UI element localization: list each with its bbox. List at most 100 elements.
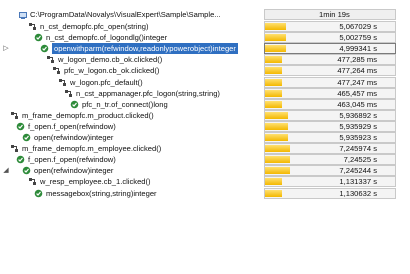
tree-row[interactable]: w_logon.pfc_default() 477,247 ms (0, 77, 410, 88)
function-icon (34, 189, 43, 198)
tree-row[interactable]: w_logon_demo.cb_ok.clicked() 477,285 ms (0, 54, 410, 65)
event-icon (52, 66, 61, 75)
tree-row[interactable]: pfc_w_logon.cb_ok.clicked() 477,264 ms (0, 65, 410, 76)
duration-cell: 4,999341 s (264, 43, 396, 54)
duration-cell: 1min 19s (264, 9, 396, 20)
function-icon (22, 166, 31, 175)
event-icon (46, 55, 55, 64)
duration-cell: 5,935923 s (264, 132, 396, 143)
duration-cell: 477,264 ms (264, 65, 396, 76)
tree-row[interactable]: pfc_n_tr.of_connect()long 463,045 ms (0, 99, 410, 110)
event-icon (28, 22, 37, 31)
tree-row[interactable]: f_open.f_open(refwindow) 5,935929 s (0, 121, 410, 132)
duration-value: 1,131337 s (339, 177, 377, 186)
duration-cell: 7,245244 s (264, 165, 396, 176)
tree-row-label: m_frame_demopfc.m_employee.clicked() (22, 144, 162, 153)
duration-cell: 5,936892 s (264, 110, 396, 121)
tree-row-label: pfc_n_tr.of_connect()long (82, 100, 168, 109)
duration-cell: 7,245974 s (264, 143, 396, 154)
duration-bar (265, 156, 290, 163)
duration-cell: 5,002759 s (264, 32, 396, 43)
duration-value: 5,935923 s (339, 133, 377, 142)
tree-row-label: w_logon_demo.cb_ok.clicked() (58, 55, 163, 64)
tree-row-label: n_cst_demopfc.pfc_open(string) (40, 22, 149, 31)
tree-row-label: m_frame_demopfc.m_product.clicked() (22, 111, 154, 120)
duration-value: 7,245244 s (339, 166, 377, 175)
duration-value: 4,999341 s (339, 44, 377, 53)
tree-row[interactable]: m_frame_demopfc.m_employee.clicked() 7,24… (0, 143, 410, 154)
function-icon (34, 33, 43, 42)
duration-cell: 5,935929 s (264, 121, 396, 132)
tree-row[interactable]: n_cst_demopfc.pfc_open(string) 5,067029 s (0, 21, 410, 32)
duration-bar (265, 167, 290, 174)
tree-row-label: n_cst_appmanager.pfc_logon(string,string… (76, 89, 220, 98)
duration-value: 465,457 ms (337, 89, 377, 98)
duration-value: 5,935929 s (339, 122, 377, 131)
tree-row-label: open(refwindow)integer (34, 133, 114, 142)
tree-row-label: n_cst_demopfc.of_logondlg()integer (46, 33, 168, 42)
function-icon (16, 122, 25, 131)
duration-value: 477,247 ms (337, 78, 377, 87)
tree-row[interactable]: n_cst_appmanager.pfc_logon(string,string… (0, 88, 410, 99)
duration-bar (265, 23, 286, 30)
duration-cell: 7,24525 s (264, 154, 396, 165)
tree-root-row[interactable]: C:\ProgramData\Novalys\VisualExpert\Samp… (0, 9, 410, 20)
duration-value: 7,24525 s (343, 155, 377, 164)
root-icon (18, 10, 27, 19)
duration-cell: 5,067029 s (264, 21, 396, 32)
duration-bar (265, 190, 282, 197)
duration-value: 7,245974 s (339, 144, 377, 153)
tree-row-label: w_resp_employee.cb_1.clicked() (40, 177, 151, 186)
duration-bar (265, 56, 282, 63)
duration-bar (265, 145, 290, 152)
tree-row-label: C:\ProgramData\Novalys\VisualExpert\Samp… (30, 10, 221, 19)
duration-bar (265, 134, 288, 141)
event-icon (64, 89, 73, 98)
function-icon (40, 44, 49, 53)
tree-row-label: f_open.f_open(refwindow) (28, 122, 116, 131)
event-icon (10, 111, 19, 120)
tree-row[interactable]: ◢ open(refwindow)integer 7,245244 s (0, 165, 410, 176)
function-icon (16, 155, 25, 164)
tree-row-label: f_open.f_open(refwindow) (28, 155, 116, 164)
tree-row[interactable]: m_frame_demopfc.m_product.clicked() 5,936… (0, 110, 410, 121)
event-icon (28, 177, 37, 186)
duration-value: 1min 19s (319, 10, 350, 19)
tree-row[interactable]: ▷ openwithparm(refwindow,readonlypowerobj… (0, 43, 410, 54)
duration-value: 5,936892 s (339, 111, 377, 120)
duration-bar (265, 101, 282, 108)
tree-row-label: pfc_w_logon.cb_ok.clicked() (64, 66, 160, 75)
duration-cell: 477,285 ms (264, 54, 396, 65)
tree-row[interactable]: open(refwindow)integer 5,935923 s (0, 132, 410, 143)
tree-row[interactable]: n_cst_demopfc.of_logondlg()integer 5,0027… (0, 32, 410, 43)
duration-cell: 1,130632 s (264, 188, 396, 199)
collapse-toggle-icon[interactable]: ◢ (2, 165, 10, 176)
duration-bar (265, 67, 282, 74)
duration-bar (265, 112, 288, 119)
tree-row[interactable]: w_resp_employee.cb_1.clicked() 1,131337 s (0, 176, 410, 187)
tree-row-label: openwithparm(refwindow,readonlypowerobje… (52, 43, 238, 54)
event-icon (10, 144, 19, 153)
duration-value: 477,264 ms (337, 66, 377, 75)
duration-cell: 465,457 ms (264, 88, 396, 99)
function-icon (70, 100, 79, 109)
duration-cell: 463,045 ms (264, 99, 396, 110)
tree-row[interactable]: messagebox(string,string)integer 1,130632… (0, 188, 410, 199)
duration-value: 5,002759 s (339, 33, 377, 42)
duration-bar (265, 123, 288, 130)
duration-cell: 477,247 ms (264, 77, 396, 88)
event-icon (58, 78, 67, 87)
duration-value: 5,067029 s (339, 22, 377, 31)
duration-bar (265, 79, 282, 86)
duration-bar (265, 45, 286, 52)
duration-value: 463,045 ms (337, 100, 377, 109)
duration-bar (265, 34, 286, 41)
duration-bar (265, 178, 282, 185)
tree-row[interactable]: f_open.f_open(refwindow) 7,24525 s (0, 154, 410, 165)
tree-row-label: open(refwindow)integer (34, 166, 114, 175)
tree-row-label: messagebox(string,string)integer (46, 189, 157, 198)
tree-row-label: w_logon.pfc_default() (70, 78, 143, 87)
expand-toggle-icon[interactable]: ▷ (2, 43, 10, 54)
duration-value: 477,285 ms (337, 55, 377, 64)
duration-cell: 1,131337 s (264, 176, 396, 187)
